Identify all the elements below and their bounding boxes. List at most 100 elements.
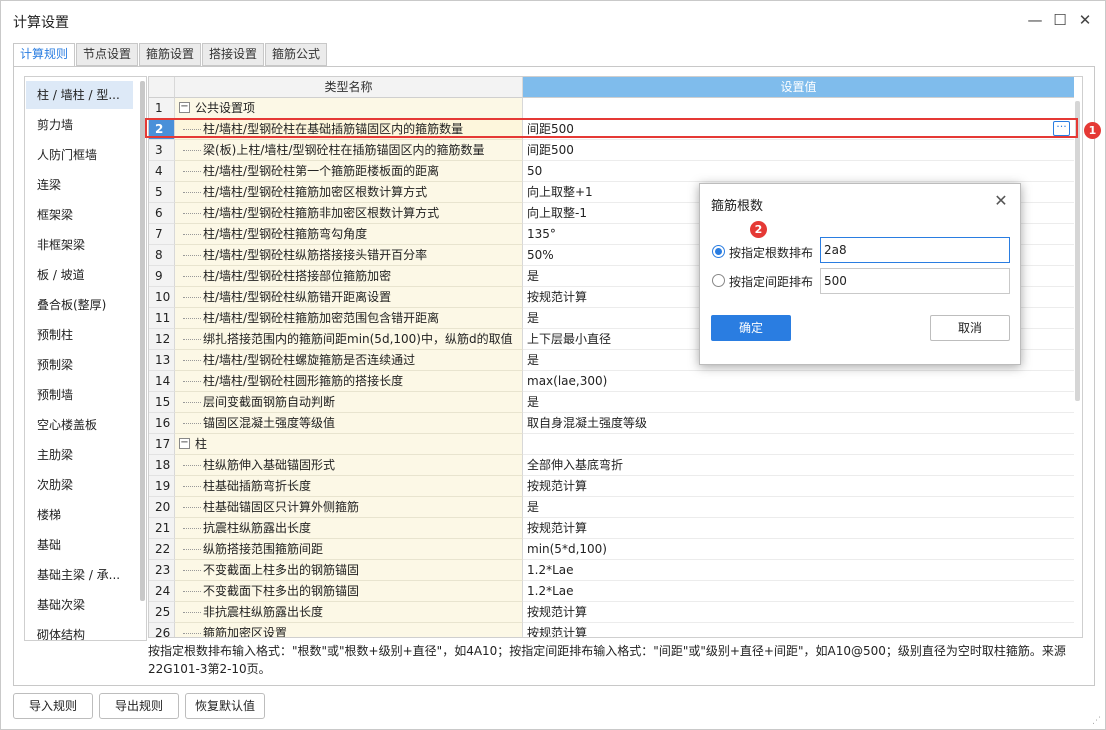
- setting-value-cell[interactable]: 是: [523, 392, 1074, 413]
- collapse-icon[interactable]: −: [179, 102, 190, 113]
- sidebar-item[interactable]: 框架梁: [26, 201, 133, 229]
- type-name-cell[interactable]: 柱/墙柱/型钢砼柱螺旋箍筋是否连续通过: [175, 350, 523, 371]
- sidebar-item[interactable]: 非框架梁: [26, 231, 133, 259]
- type-name-cell[interactable]: 层间变截面钢筋自动判断: [175, 392, 523, 413]
- table-row[interactable]: 22 纵筋搭接范围箍筋间距 min(5*d,100): [149, 539, 1074, 560]
- type-name-cell[interactable]: 梁(板)上柱/墙柱/型钢砼柱在插筋锚固区内的箍筋数量: [175, 140, 523, 161]
- sidebar-item[interactable]: 预制梁: [26, 351, 133, 379]
- type-name-cell[interactable]: 柱/墙柱/型钢砼柱第一个箍筋距楼板面的距离: [175, 161, 523, 182]
- group-name-cell[interactable]: − 公共设置项: [175, 98, 523, 119]
- type-name-cell[interactable]: 柱/墙柱/型钢砼柱纵筋搭接接头错开百分率: [175, 245, 523, 266]
- type-name-cell[interactable]: 纵筋搭接范围箍筋间距: [175, 539, 523, 560]
- type-name-cell[interactable]: 柱/墙柱/型钢砼柱在基础插筋锚固区内的箍筋数量: [175, 119, 523, 140]
- sidebar-scrollbar[interactable]: [140, 81, 145, 601]
- minimize-button[interactable]: —: [1025, 10, 1045, 30]
- restore-defaults-button[interactable]: 恢复默认值: [185, 693, 265, 719]
- table-row[interactable]: 14 柱/墙柱/型钢砼柱圆形箍筋的搭接长度 max(lae,300): [149, 371, 1074, 392]
- sidebar-item[interactable]: 连梁: [26, 171, 133, 199]
- table-row[interactable]: 3 梁(板)上柱/墙柱/型钢砼柱在插筋锚固区内的箍筋数量 间距500: [149, 140, 1074, 161]
- setting-value-cell[interactable]: [523, 434, 1074, 455]
- type-name-cell[interactable]: 箍筋加密区设置: [175, 623, 523, 637]
- type-name-cell[interactable]: 柱/墙柱/型钢砼柱搭接部位箍筋加密: [175, 266, 523, 287]
- maximize-button[interactable]: ☐: [1050, 10, 1070, 30]
- type-name-cell[interactable]: 柱基础插筋弯折长度: [175, 476, 523, 497]
- table-row[interactable]: 26 箍筋加密区设置 按规范计算: [149, 623, 1074, 637]
- type-name-cell[interactable]: 非抗震柱纵筋露出长度: [175, 602, 523, 623]
- sidebar-item[interactable]: 叠合板(整厚): [26, 291, 133, 319]
- radio-by-count[interactable]: [712, 245, 725, 258]
- type-name-cell[interactable]: 柱/墙柱/型钢砼柱箍筋弯勾角度: [175, 224, 523, 245]
- tab-stirrup-settings[interactable]: 箍筋设置: [139, 43, 202, 66]
- header-setting-value[interactable]: 设置值: [523, 77, 1074, 98]
- sidebar-item[interactable]: 主肋梁: [26, 441, 133, 469]
- setting-value-cell[interactable]: 间距500: [523, 140, 1074, 161]
- table-row[interactable]: 17− 柱: [149, 434, 1074, 455]
- type-name-cell[interactable]: 不变截面上柱多出的钢筋锚固: [175, 560, 523, 581]
- setting-value-cell[interactable]: max(lae,300): [523, 371, 1074, 392]
- tab-node-settings[interactable]: 节点设置: [76, 43, 139, 66]
- type-name-cell[interactable]: 绑扎搭接范围内的箍筋间距min(5d,100)中，纵筋d的取值: [175, 329, 523, 350]
- type-name-cell[interactable]: 柱/墙柱/型钢砼柱圆形箍筋的搭接长度: [175, 371, 523, 392]
- table-row[interactable]: 20 柱基础锚固区只计算外侧箍筋 是: [149, 497, 1074, 518]
- setting-value-cell[interactable]: 间距500 ···: [523, 119, 1074, 140]
- group-name-cell[interactable]: − 柱: [175, 434, 523, 455]
- table-row[interactable]: 16 锚固区混凝土强度等级值 取自身混凝土强度等级: [149, 413, 1074, 434]
- type-name-cell[interactable]: 柱/墙柱/型钢砼柱箍筋非加密区根数计算方式: [175, 203, 523, 224]
- table-row[interactable]: 2 柱/墙柱/型钢砼柱在基础插筋锚固区内的箍筋数量 间距500 ···: [149, 119, 1074, 140]
- setting-value-cell[interactable]: 是: [523, 497, 1074, 518]
- dialog-close-icon[interactable]: ✕: [992, 192, 1010, 210]
- table-row[interactable]: 1− 公共设置项: [149, 98, 1074, 119]
- count-input[interactable]: [820, 237, 1010, 263]
- tab-lap-settings[interactable]: 搭接设置: [202, 43, 265, 66]
- sidebar-item[interactable]: 板 / 坡道: [26, 261, 133, 289]
- table-row[interactable]: 24 不变截面下柱多出的钢筋锚固 1.2*Lae: [149, 581, 1074, 602]
- type-name-cell[interactable]: 柱基础锚固区只计算外侧箍筋: [175, 497, 523, 518]
- grid-scrollbar[interactable]: [1075, 101, 1080, 401]
- sidebar-item[interactable]: 砌体结构: [26, 621, 133, 640]
- table-row[interactable]: 25 非抗震柱纵筋露出长度 按规范计算: [149, 602, 1074, 623]
- setting-value-cell[interactable]: 按规范计算: [523, 518, 1074, 539]
- type-name-cell[interactable]: 锚固区混凝土强度等级值: [175, 413, 523, 434]
- setting-value-cell[interactable]: 全部伸入基底弯折: [523, 455, 1074, 476]
- sidebar-item[interactable]: 预制墙: [26, 381, 133, 409]
- setting-value-cell[interactable]: 50: [523, 161, 1074, 182]
- cancel-button[interactable]: 取消: [930, 315, 1010, 341]
- type-name-cell[interactable]: 柱/墙柱/型钢砼柱箍筋加密范围包含错开距离: [175, 308, 523, 329]
- setting-value-cell[interactable]: 1.2*Lae: [523, 560, 1074, 581]
- sidebar-item[interactable]: 预制柱: [26, 321, 133, 349]
- setting-value-cell[interactable]: min(5*d,100): [523, 539, 1074, 560]
- table-row[interactable]: 4 柱/墙柱/型钢砼柱第一个箍筋距楼板面的距离 50: [149, 161, 1074, 182]
- table-row[interactable]: 21 抗震柱纵筋露出长度 按规范计算: [149, 518, 1074, 539]
- type-name-cell[interactable]: 不变截面下柱多出的钢筋锚固: [175, 581, 523, 602]
- setting-value-cell[interactable]: 按规范计算: [523, 602, 1074, 623]
- type-name-cell[interactable]: 柱/墙柱/型钢砼柱箍筋加密区根数计算方式: [175, 182, 523, 203]
- close-button[interactable]: ✕: [1075, 10, 1095, 30]
- radio-by-spacing[interactable]: [712, 274, 725, 287]
- sidebar-item[interactable]: 柱 / 墙柱 / 型...: [26, 81, 133, 109]
- tab-stirrup-formula[interactable]: 箍筋公式: [265, 43, 328, 66]
- ok-button[interactable]: 确定: [711, 315, 791, 341]
- table-row[interactable]: 18 柱纵筋伸入基础锚固形式 全部伸入基底弯折: [149, 455, 1074, 476]
- type-name-cell[interactable]: 柱/墙柱/型钢砼柱纵筋错开距离设置: [175, 287, 523, 308]
- table-row[interactable]: 15 层间变截面钢筋自动判断 是: [149, 392, 1074, 413]
- sidebar-item[interactable]: 基础次梁: [26, 591, 133, 619]
- spacing-input[interactable]: [820, 268, 1010, 294]
- collapse-icon[interactable]: −: [179, 438, 190, 449]
- setting-value-cell[interactable]: 取自身混凝土强度等级: [523, 413, 1074, 434]
- ellipsis-icon[interactable]: ···: [1053, 121, 1070, 136]
- setting-value-cell[interactable]: [523, 98, 1074, 119]
- table-row[interactable]: 23 不变截面上柱多出的钢筋锚固 1.2*Lae: [149, 560, 1074, 581]
- tab-calc-rules[interactable]: 计算规则: [13, 43, 76, 67]
- sidebar-item[interactable]: 人防门框墙: [26, 141, 133, 169]
- type-name-cell[interactable]: 柱纵筋伸入基础锚固形式: [175, 455, 523, 476]
- sidebar-item[interactable]: 基础主梁 / 承...: [26, 561, 133, 589]
- sidebar-item[interactable]: 次肋梁: [26, 471, 133, 499]
- header-type-name[interactable]: 类型名称: [175, 77, 523, 98]
- sidebar-item[interactable]: 楼梯: [26, 501, 133, 529]
- import-rules-button[interactable]: 导入规则: [13, 693, 93, 719]
- sidebar-item[interactable]: 空心楼盖板: [26, 411, 133, 439]
- type-name-cell[interactable]: 抗震柱纵筋露出长度: [175, 518, 523, 539]
- setting-value-cell[interactable]: 按规范计算: [523, 476, 1074, 497]
- export-rules-button[interactable]: 导出规则: [99, 693, 179, 719]
- sidebar-item[interactable]: 基础: [26, 531, 133, 559]
